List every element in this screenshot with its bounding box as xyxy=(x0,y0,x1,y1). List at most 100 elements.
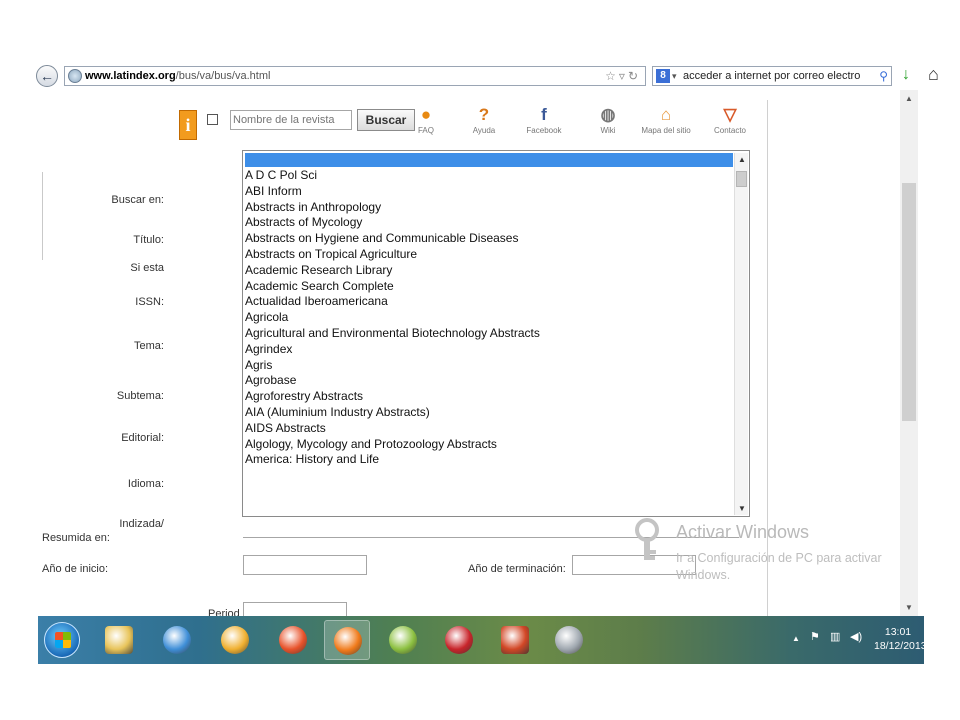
nav-contacto[interactable]: ▽ Contacto xyxy=(700,104,760,135)
dropdown-option[interactable]: Agroforestry Abstracts xyxy=(245,389,733,405)
taskbar-explorer[interactable] xyxy=(96,620,142,660)
tray-expand-icon[interactable]: ▲ xyxy=(792,634,800,643)
dropdown-option[interactable]: ABI Inform xyxy=(245,184,733,200)
label-indizada: Indizada/ xyxy=(119,518,164,530)
taskbar-app-6[interactable] xyxy=(436,620,482,660)
clock-date: 18/12/2013 xyxy=(874,640,927,652)
nav-icon-glyph: ? xyxy=(478,105,490,124)
dropdown-scrollbar[interactable]: ▲ ▼ xyxy=(734,153,748,515)
taskbar-chrome[interactable] xyxy=(270,620,316,660)
label-buscar-en: Buscar en: xyxy=(111,194,164,206)
nav-wiki[interactable]: ◍ Wiki xyxy=(578,104,638,135)
chrome-icon xyxy=(279,626,307,654)
dropdown-option[interactable]: Agricultural and Environmental Biotechno… xyxy=(245,326,733,342)
taskbar-app-8[interactable] xyxy=(546,620,592,660)
left-rule xyxy=(42,172,43,260)
taskbar: ▲ ⚑ ▥ ◀) 13:01 18/12/2013 xyxy=(38,616,927,664)
dropdown-option[interactable]: Academic Research Library xyxy=(245,263,733,279)
chevron-down-icon[interactable]: ▿ xyxy=(619,69,628,83)
label-editorial: Editorial: xyxy=(121,432,164,444)
nav-faq[interactable]: ● FAQ xyxy=(396,104,456,135)
dropdown-options: A D C Pol Sci ABI Inform Abstracts in Anth… xyxy=(245,168,733,516)
nav-label: Wiki xyxy=(600,126,616,135)
search-bar-text: acceder a internet por correo electro xyxy=(683,70,861,82)
label-subtema: Subtema: xyxy=(116,390,164,402)
nav-icon-glyph: ◍ xyxy=(600,105,616,124)
dropdown-option[interactable]: Agris xyxy=(245,358,733,374)
scroll-down-icon[interactable]: ▼ xyxy=(735,504,749,513)
home-icon[interactable]: ⌂ xyxy=(928,64,939,85)
reload-icon[interactable]: ↻ xyxy=(628,69,641,83)
app-5-icon xyxy=(389,626,417,654)
magnifier-icon[interactable]: ⚲ xyxy=(879,67,888,85)
info-icon: i xyxy=(179,110,197,140)
resumida-field[interactable] xyxy=(243,537,739,538)
label-si-esta: Si esta xyxy=(130,262,164,274)
address-bar[interactable]: www.latindex.org/bus/va/bus/va.html ☆▿↻ xyxy=(64,66,646,86)
key-icon xyxy=(635,518,659,560)
dropdown-option[interactable]: America: History and Life xyxy=(245,452,733,468)
label-titulo: Título: xyxy=(133,234,164,246)
dropdown-option[interactable]: Abstracts on Hygiene and Communicable Di… xyxy=(245,231,733,247)
nav-label: Ayuda xyxy=(472,126,496,135)
paint-icon xyxy=(221,626,249,654)
label-tema: Tema: xyxy=(134,340,164,352)
dropdown-option[interactable]: Abstracts in Anthropology xyxy=(245,200,733,216)
start-button[interactable] xyxy=(44,622,80,658)
dropdown-scroll-thumb[interactable] xyxy=(736,171,747,187)
taskbar-paint[interactable] xyxy=(212,620,258,660)
dropdown-option[interactable]: Abstracts on Tropical Agriculture xyxy=(245,247,733,263)
nav-label: Facebook xyxy=(526,126,562,135)
dropdown-option[interactable]: Algology, Mycology and Protozoology Abst… xyxy=(245,437,733,453)
nav-icon-glyph: ▽ xyxy=(723,105,737,124)
firefox-icon xyxy=(334,627,362,655)
nav-mapa-del-sitio[interactable]: ⌂ Mapa del sitio xyxy=(636,104,696,135)
action-center-icon[interactable]: ⚑ xyxy=(810,630,824,646)
anio-inicio-input[interactable] xyxy=(243,555,367,575)
url-tools[interactable]: ☆▿↻ xyxy=(605,67,641,85)
dropdown-option[interactable]: AIA (Aluminium Industry Abstracts) xyxy=(245,405,733,421)
page-scroll-down-icon[interactable]: ▼ xyxy=(900,603,918,612)
volume-icon[interactable]: ◀) xyxy=(850,630,862,643)
label-issn: ISSN: xyxy=(135,296,164,308)
nav-ayuda[interactable]: ? Ayuda xyxy=(454,104,514,135)
page-scroll-up-icon[interactable]: ▲ xyxy=(900,94,918,103)
taskbar-app-5[interactable] xyxy=(380,620,426,660)
network-icon[interactable]: ▥ xyxy=(830,630,840,643)
clock[interactable]: 13:01 18/12/2013 xyxy=(874,625,927,653)
back-button[interactable]: ← xyxy=(36,65,58,87)
page-scroll-thumb[interactable] xyxy=(902,183,916,421)
journal-name-input[interactable] xyxy=(230,110,352,130)
activation-title: Activar Windows xyxy=(676,522,810,542)
indexing-dropdown[interactable]: A D C Pol Sci ABI Inform Abstracts in Anth… xyxy=(242,150,750,517)
dropdown-selected-option[interactable] xyxy=(245,153,733,167)
star-icon[interactable]: ☆ xyxy=(605,69,619,83)
activation-subtitle: Ir a Configuración de PC para activar Wi… xyxy=(676,551,882,582)
download-icon[interactable]: ↓ xyxy=(902,66,910,84)
dropdown-option[interactable]: Actualidad Iberoamericana xyxy=(245,294,733,310)
engine-dropdown-icon[interactable]: ▾ xyxy=(672,67,677,85)
url-domain: www.latindex.org xyxy=(85,70,176,82)
label-anio-inicio: Año de inicio: xyxy=(42,563,109,575)
app-6-icon xyxy=(445,626,473,654)
dropdown-option[interactable]: Abstracts of Mycology xyxy=(245,215,733,231)
page-scrollbar[interactable]: ▲ ▼ xyxy=(900,90,918,616)
taskbar-internet-explorer[interactable] xyxy=(154,620,200,660)
label-idioma: Idioma: xyxy=(127,478,164,490)
app-8-icon xyxy=(555,626,583,654)
dropdown-option[interactable]: Agricola xyxy=(245,310,733,326)
taskbar-firefox[interactable] xyxy=(324,620,370,660)
nav-facebook[interactable]: f Facebook xyxy=(514,104,574,135)
search-checkbox[interactable] xyxy=(207,114,218,125)
search-engine-icon[interactable]: 8 xyxy=(656,69,670,83)
scroll-up-icon[interactable]: ▲ xyxy=(735,155,749,164)
taskbar-powerpoint[interactable] xyxy=(492,620,538,660)
nav-label: FAQ xyxy=(417,126,434,135)
nav-label: Contacto xyxy=(713,126,747,135)
dropdown-option[interactable]: Agrobase xyxy=(245,373,733,389)
search-bar[interactable]: 8 ▾ acceder a internet por correo electr… xyxy=(652,66,892,86)
dropdown-option[interactable]: Academic Search Complete xyxy=(245,279,733,295)
dropdown-option[interactable]: Agrindex xyxy=(245,342,733,358)
dropdown-option[interactable]: AIDS Abstracts xyxy=(245,421,733,437)
dropdown-option[interactable]: A D C Pol Sci xyxy=(245,168,733,184)
